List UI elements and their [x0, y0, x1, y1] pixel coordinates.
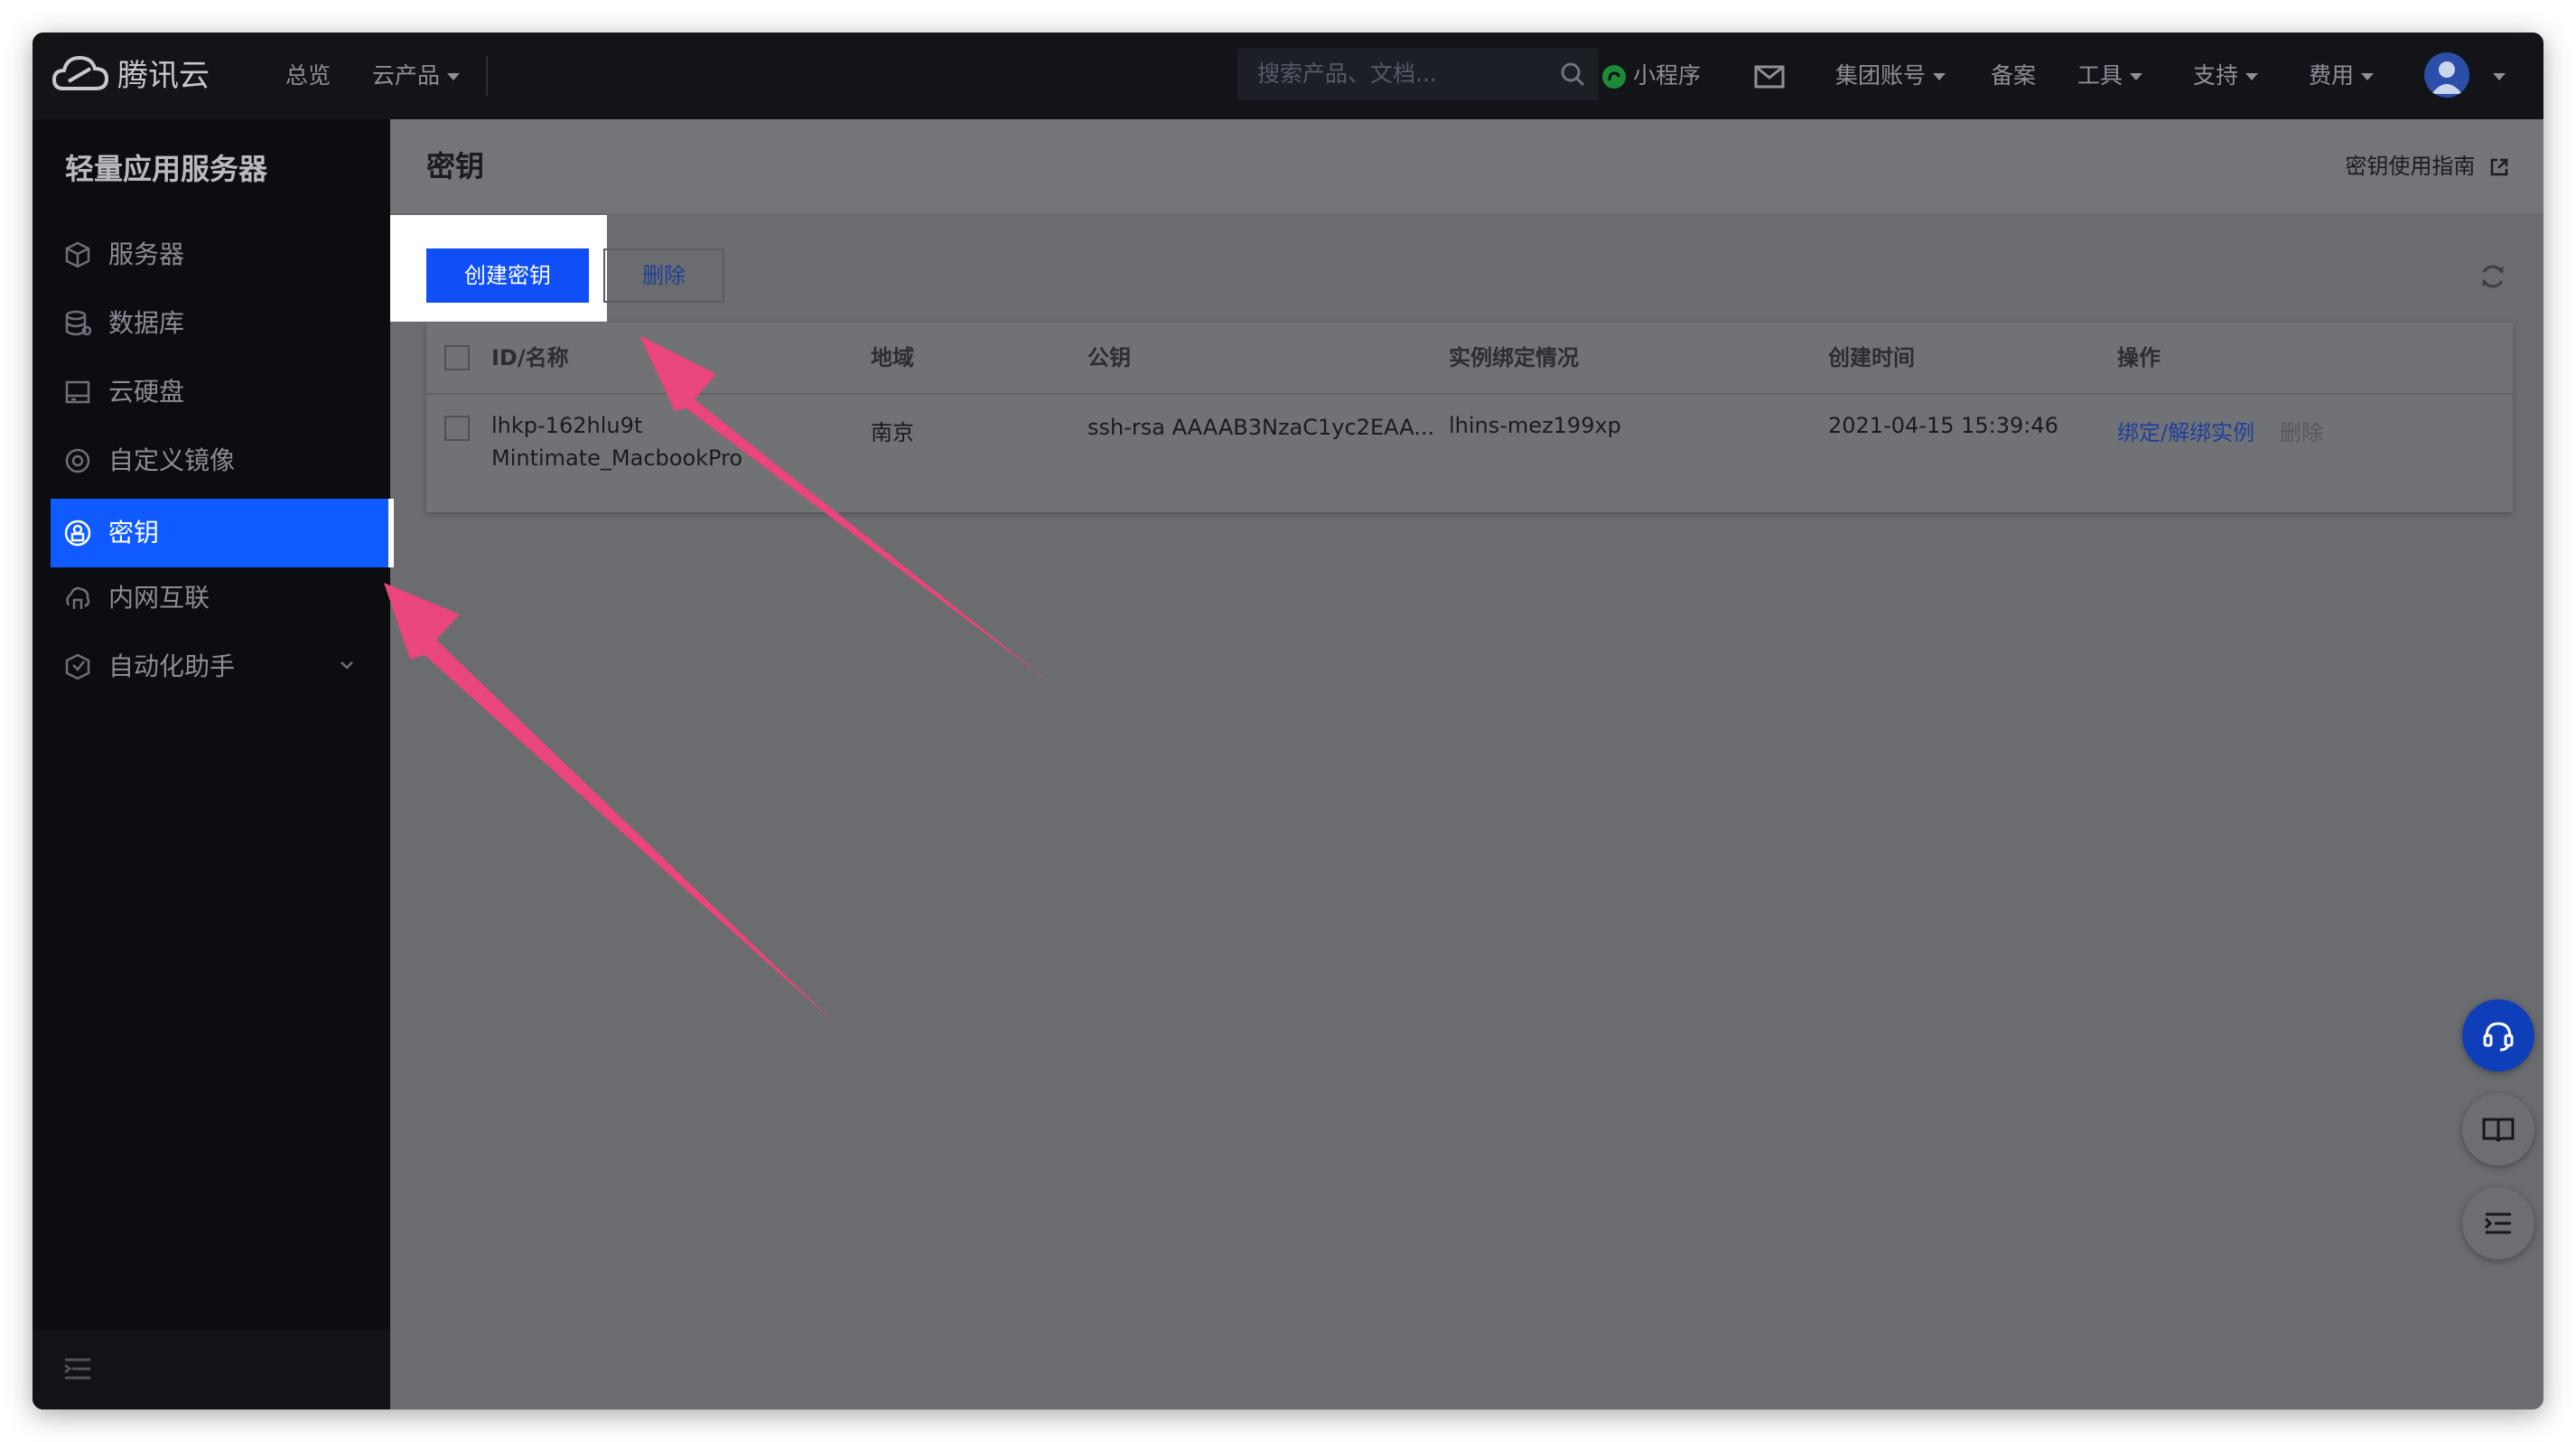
- network-icon: [66, 586, 90, 609]
- column-header: 实例绑定情况: [1449, 345, 1579, 370]
- sidebar-item-servers[interactable]: 服务器: [33, 220, 390, 289]
- outline-button[interactable]: [2462, 1187, 2534, 1259]
- keys-table: ID/名称 地域 公钥 实例绑定情况 创建时间 操作 lhkp-162hlu9t…: [426, 323, 2513, 512]
- column-header: 操作: [2117, 345, 2161, 370]
- book-icon: [2482, 1118, 2515, 1142]
- search-icon[interactable]: [1559, 61, 1586, 88]
- sidebar-item-label: 数据库: [108, 308, 185, 338]
- sidebar-item-label: 服务器: [108, 239, 185, 269]
- customer-service-button[interactable]: [2462, 999, 2534, 1072]
- nav-divider: [486, 56, 488, 96]
- nav-support[interactable]: 支持: [2193, 33, 2259, 119]
- sidebar-item-label: 自动化助手: [108, 651, 236, 681]
- sidebar-item-label: 密钥: [108, 518, 160, 548]
- nav-products-label: 云产品: [372, 62, 441, 89]
- database-icon: [65, 310, 92, 336]
- key-public-key: ssh-rsa AAAAB3NzaC1yc2EAA...: [1087, 415, 1435, 440]
- cube-icon: [65, 241, 90, 268]
- header-divider: [426, 393, 2513, 395]
- sidebar-item-database[interactable]: 数据库: [33, 289, 390, 358]
- row-checkbox[interactable]: [444, 416, 470, 441]
- avatar-menu[interactable]: [2486, 33, 2506, 119]
- sidebar-item-label: 自定义镜像: [108, 445, 236, 475]
- top-navbar: 腾讯云 总览 云产品 搜索产品、文档... 小程序 集团账号 备案 工具 支持 …: [33, 33, 2543, 119]
- caret-down-icon: [2130, 73, 2143, 80]
- user-icon: [2431, 61, 2462, 94]
- logo-text: 腾讯云: [117, 58, 210, 94]
- sidebar: 轻量应用服务器 服务器 数据库 云硬盘 自定义镜像 密钥 内网互联 自动化助手: [33, 119, 394, 1409]
- nav-tools[interactable]: 工具: [2077, 33, 2143, 119]
- page-title: 密钥: [426, 149, 485, 183]
- miniprogram-label: 小程序: [1633, 62, 1702, 89]
- sidebar-item-label: 云硬盘: [108, 377, 185, 407]
- nav-beian[interactable]: 备案: [1991, 33, 2036, 119]
- sidebar-item-network[interactable]: 内网互联: [33, 564, 390, 632]
- group-account-label: 集团账号: [1835, 62, 1927, 89]
- row-delete-link[interactable]: 删除: [2280, 415, 2323, 446]
- search-input[interactable]: 搜索产品、文档...: [1237, 48, 1599, 100]
- bind-unbind-link[interactable]: 绑定/解绑实例: [2117, 415, 2254, 446]
- nav-group-account[interactable]: 集团账号: [1835, 33, 1946, 119]
- nav-overview[interactable]: 总览: [285, 33, 331, 119]
- column-header: 地域: [871, 345, 914, 370]
- list-indent-icon: [2484, 1213, 2511, 1234]
- column-header: ID/名称: [491, 345, 569, 370]
- support-label: 支持: [2193, 62, 2239, 89]
- nav-billing[interactable]: 费用: [2309, 33, 2375, 119]
- chevron-down-icon: [341, 661, 353, 670]
- headset-icon: [2483, 1022, 2514, 1052]
- caret-down-icon: [2361, 73, 2375, 80]
- key-bound-instance[interactable]: lhins-mez199xp: [1449, 413, 1621, 438]
- logo[interactable]: 腾讯云: [51, 33, 210, 119]
- sidebar-title: 轻量应用服务器: [65, 152, 268, 186]
- select-all-checkbox[interactable]: [444, 345, 470, 370]
- external-link-icon: [2490, 158, 2508, 176]
- refresh-icon[interactable]: [2478, 262, 2507, 291]
- sidebar-item-custom-image[interactable]: 自定义镜像: [33, 426, 390, 495]
- key-guide-label: 密钥使用指南: [2345, 154, 2476, 179]
- billing-label: 费用: [2309, 62, 2355, 89]
- cloud-logo-icon: [51, 55, 109, 90]
- tools-label: 工具: [2077, 62, 2123, 89]
- sidebar-item-keys[interactable]: 密钥: [51, 499, 394, 567]
- disk-icon: [65, 380, 90, 404]
- column-header: 公钥: [1087, 345, 1131, 370]
- key-id[interactable]: lhkp-162hlu9t: [491, 413, 642, 438]
- mail-icon[interactable]: [1754, 33, 1785, 119]
- miniprogram-icon: [1602, 65, 1626, 89]
- caret-down-icon: [2493, 73, 2506, 80]
- caret-down-icon: [2245, 73, 2259, 80]
- page-header: 密钥 密钥使用指南: [390, 119, 2543, 213]
- nav-products[interactable]: 云产品: [372, 33, 461, 119]
- sidebar-footer: [33, 1330, 390, 1409]
- docs-button[interactable]: [2462, 1093, 2534, 1166]
- nav-miniprogram[interactable]: 小程序: [1601, 33, 1701, 119]
- key-created-time: 2021-04-15 15:39:46: [1828, 413, 2058, 438]
- caret-down-icon: [447, 73, 461, 80]
- search-placeholder: 搜索产品、文档...: [1257, 61, 1437, 87]
- collapse-sidebar-icon[interactable]: [63, 1355, 94, 1382]
- key-region: 南京: [871, 420, 914, 445]
- key-guide-link[interactable]: 密钥使用指南: [2345, 119, 2509, 213]
- sidebar-item-automation[interactable]: 自动化助手: [33, 632, 390, 701]
- avatar[interactable]: [2424, 52, 2469, 98]
- main-content: 密钥 密钥使用指南 创建密钥 删除 ID/名称 地域 公钥 实例绑定情况 创建时…: [390, 119, 2543, 1409]
- create-key-button[interactable]: 创建密钥: [426, 248, 589, 303]
- app-window: 腾讯云 总览 云产品 搜索产品、文档... 小程序 集团账号 备案 工具 支持 …: [33, 33, 2543, 1409]
- caret-down-icon: [1933, 73, 1946, 80]
- automation-icon: [65, 653, 90, 680]
- delete-button[interactable]: 删除: [603, 248, 724, 303]
- column-header: 创建时间: [1828, 345, 1915, 370]
- key-name: Mintimate_MacbookPro: [491, 445, 743, 471]
- key-icon: [64, 520, 91, 547]
- sidebar-item-cloud-disk[interactable]: 云硬盘: [33, 358, 390, 426]
- sidebar-item-label: 内网互联: [108, 583, 210, 613]
- image-icon: [65, 448, 90, 473]
